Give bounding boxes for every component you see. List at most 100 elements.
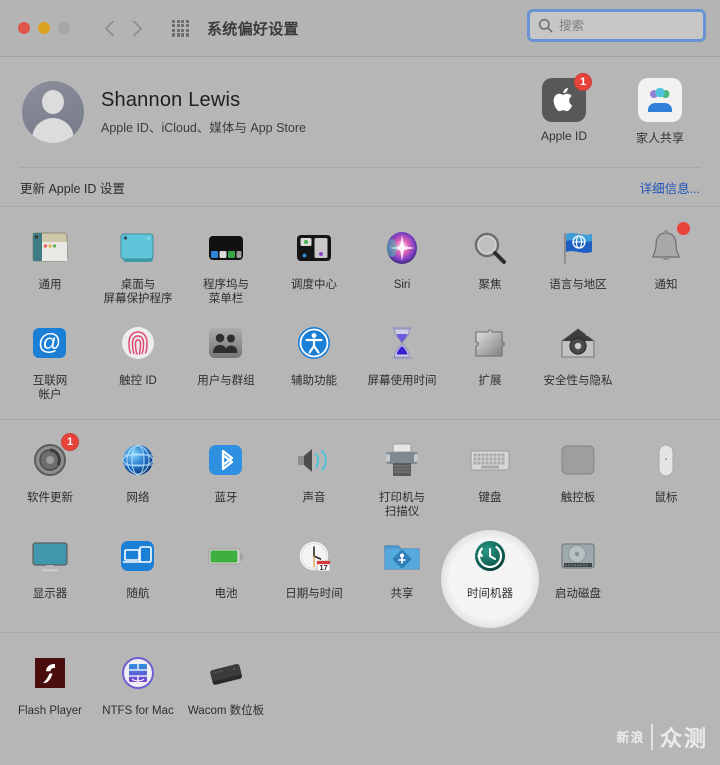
pref-label: Siri (393, 279, 411, 291)
bluetooth-icon (203, 438, 249, 484)
pref-label: 启动磁盘 (555, 588, 601, 600)
pref-keyboard[interactable]: 键盘 (446, 432, 534, 528)
pref-bluetooth[interactable]: 蓝牙 (182, 432, 270, 528)
preferences-section-hardware: 1 软件更新 网络 蓝牙 声音 打印机与 扫描仪 键盘 触控板 鼠标 显示器 随… (0, 420, 720, 632)
pref-security-privacy[interactable]: 安全性与隐私 (534, 315, 622, 411)
zoom-button[interactable] (58, 22, 70, 34)
account-text: Shannon Lewis Apple ID、iCloud、媒体与 App St… (101, 89, 306, 136)
pref-label: 语言与地区 (549, 279, 607, 291)
preference-row: 1 软件更新 网络 蓝牙 声音 打印机与 扫描仪 键盘 触控板 鼠标 (6, 432, 720, 528)
mouse-icon (643, 438, 689, 484)
spotlight-icon (467, 225, 513, 271)
pref-general[interactable]: 通用 (6, 219, 94, 315)
pref-accessibility[interactable]: 辅助功能 (270, 315, 358, 411)
pref-ntfs-for-mac[interactable]: NTFS for Mac (94, 645, 182, 741)
pref-users-groups[interactable]: 用户与群组 (182, 315, 270, 411)
pref-touch-id[interactable]: 触控 ID (94, 315, 182, 411)
pref-wacom-tablet[interactable]: Wacom 数位板 (182, 645, 270, 741)
pref-label: 屏幕使用时间 (367, 375, 437, 387)
pref-label: 辅助功能 (291, 375, 337, 387)
avatar (22, 81, 84, 143)
pref-mission-control[interactable]: 调度中心 (270, 219, 358, 315)
sidecar-icon (115, 534, 161, 580)
pref-label: 通知 (654, 279, 678, 291)
desktop-screensaver-icon (115, 225, 161, 271)
pref-extensions[interactable]: 扩展 (446, 315, 534, 411)
notifications-badge-dot (677, 222, 690, 235)
pref-label: 网络 (126, 492, 150, 504)
preference-row: 显示器 随航 电池 17 日期与时间 共享 时间机器 启动磁盘 (6, 528, 720, 624)
screen-time-icon (379, 321, 425, 367)
title-bar: 系统偏好设置 (0, 0, 720, 57)
apple-id-label: Apple ID (540, 129, 588, 143)
apple-id-badge: 1 (574, 73, 592, 91)
pref-notifications[interactable]: 通知 (622, 219, 710, 315)
pref-label: 共享 (390, 588, 414, 600)
pref-label: 鼠标 (654, 492, 678, 504)
trackpad-icon (555, 438, 601, 484)
general-icon (27, 225, 73, 271)
back-button[interactable] (96, 15, 122, 41)
pref-spotlight[interactable]: 聚焦 (446, 219, 534, 315)
pref-printers-scanners[interactable]: 打印机与 扫描仪 (358, 432, 446, 528)
battery-icon (203, 534, 249, 580)
update-apple-id-banner: 更新 Apple ID 设置 详细信息... (0, 168, 720, 206)
pref-desktop-screensaver[interactable]: 桌面与 屏幕保护程序 (94, 219, 182, 315)
dock-menubar-icon (203, 225, 249, 271)
apple-id-item[interactable]: 1 Apple ID (528, 73, 600, 143)
pref-startup-disk[interactable]: 启动磁盘 (534, 528, 622, 624)
pref-dock-menubar[interactable]: 程序坞与 菜单栏 (182, 219, 270, 315)
pref-label: 触控 ID (119, 375, 157, 387)
svg-text:17: 17 (319, 563, 327, 572)
navigation-buttons (96, 15, 150, 41)
pref-label: 软件更新 (27, 492, 73, 504)
pref-label: 日期与时间 (285, 588, 343, 600)
forward-arrow-icon (132, 20, 142, 36)
startup-disk-icon (555, 534, 601, 580)
pref-label: 用户与群组 (197, 375, 255, 387)
siri-icon (379, 225, 425, 271)
update-banner-label: 更新 Apple ID 设置 (20, 181, 125, 196)
back-arrow-icon (104, 20, 114, 36)
show-all-grid-icon[interactable] (172, 19, 189, 37)
forward-button[interactable] (124, 15, 150, 41)
notifications-icon (643, 222, 690, 271)
pref-displays[interactable]: 显示器 (6, 528, 94, 624)
pref-trackpad[interactable]: 触控板 (534, 432, 622, 528)
pref-language-region[interactable]: 语言与地区 (534, 219, 622, 315)
preferences-section-personal: 通用 桌面与 屏幕保护程序 程序坞与 菜单栏 调度中心 Siri 聚焦 语言与地… (0, 207, 720, 419)
software-update-badge: 1 (61, 433, 79, 451)
pref-label: 随航 (126, 588, 150, 600)
preference-row: Flash Player NTFS for Mac Wacom 数位板 (6, 645, 720, 741)
search-input[interactable] (559, 18, 689, 33)
pref-sound[interactable]: 声音 (270, 432, 358, 528)
account-section[interactable]: Shannon Lewis Apple ID、iCloud、媒体与 App St… (0, 57, 720, 167)
pref-label: 时间机器 (467, 588, 513, 600)
pref-internet-accounts[interactable]: @ 互联网 帐户 (6, 315, 94, 411)
pref-label: 互联网 帐户 (32, 375, 68, 401)
pref-time-machine[interactable]: 时间机器 (446, 528, 534, 624)
pref-label: 蓝牙 (214, 492, 238, 504)
minimize-button[interactable] (38, 22, 50, 34)
pref-network[interactable]: 网络 (94, 432, 182, 528)
pref-flash-player[interactable]: Flash Player (6, 645, 94, 741)
family-sharing-item[interactable]: 家人共享 (624, 78, 696, 146)
keyboard-icon (467, 438, 513, 484)
pref-battery[interactable]: 电池 (182, 528, 270, 624)
pref-date-time[interactable]: 17 日期与时间 (270, 528, 358, 624)
pref-mouse[interactable]: 鼠标 (622, 432, 710, 528)
software-update-icon: 1 (27, 433, 79, 484)
pref-siri[interactable]: Siri (358, 219, 446, 315)
printers-scanners-icon (379, 438, 425, 484)
pref-sharing[interactable]: 共享 (358, 528, 446, 624)
pref-empty-slot (622, 315, 710, 411)
extensions-icon (467, 321, 513, 367)
search-field[interactable] (527, 9, 706, 42)
pref-screen-time[interactable]: 屏幕使用时间 (358, 315, 446, 411)
close-button[interactable] (18, 22, 30, 34)
pref-software-update[interactable]: 1 软件更新 (6, 432, 94, 528)
time-machine-icon (467, 534, 513, 580)
details-link[interactable]: 详细信息... (640, 178, 700, 197)
pref-label: Flash Player (18, 705, 82, 717)
pref-sidecar[interactable]: 随航 (94, 528, 182, 624)
